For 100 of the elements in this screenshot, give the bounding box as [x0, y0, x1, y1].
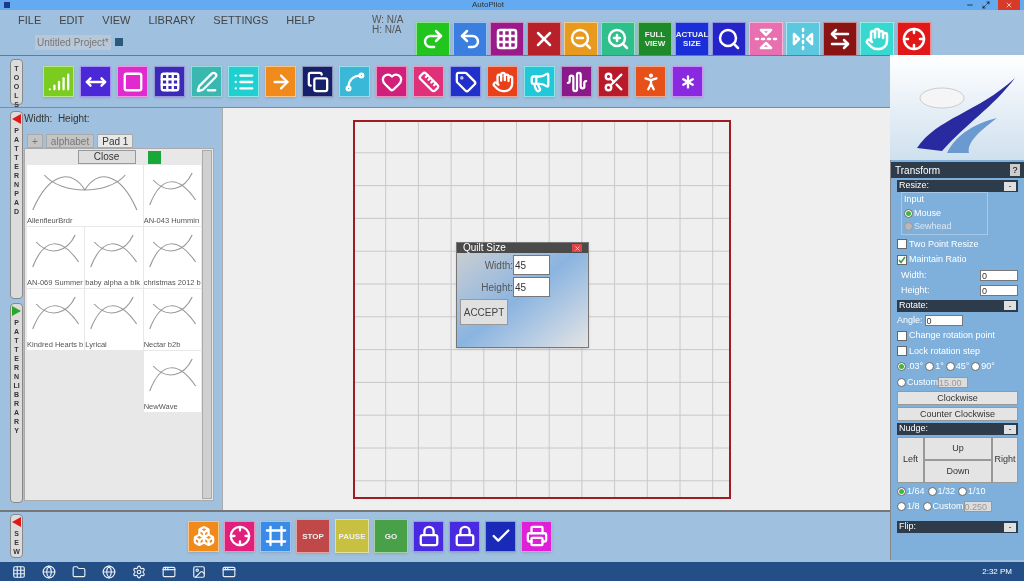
input-field[interactable]: 0 [980, 285, 1018, 297]
menu-item[interactable]: HELP [286, 12, 316, 29]
rotate-button[interactable]: Counter Clockwise [897, 407, 1018, 421]
tool-button[interactable]: STOP [296, 519, 330, 553]
tool-button[interactable] [672, 66, 703, 97]
radio-button[interactable] [922, 501, 932, 511]
collapse-button[interactable]: - [1004, 424, 1016, 434]
tool-button[interactable] [450, 66, 481, 97]
nudge-button[interactable]: Left [897, 437, 924, 483]
tool-button[interactable] [527, 22, 561, 56]
radio-button[interactable] [897, 377, 906, 387]
field-label: Angle: [897, 313, 923, 327]
accept-button[interactable]: ACCEPT [460, 299, 508, 325]
tag-icon [454, 70, 477, 93]
windows-logo-icon[interactable] [12, 564, 26, 579]
browser-icon[interactable] [42, 564, 56, 579]
frame-icon [264, 525, 287, 547]
checkbox-label: Lock rotation step [909, 344, 981, 358]
square-icon [114, 38, 123, 46]
maximize-icon[interactable] [982, 1, 990, 9]
radio-button[interactable] [958, 487, 968, 497]
gear-icon[interactable] [132, 564, 146, 579]
radio-button[interactable] [927, 487, 937, 497]
size-label: Width: Height: [24, 112, 91, 126]
radio-button[interactable] [925, 362, 935, 372]
nudge-button[interactable]: Down [924, 460, 992, 483]
flip-horizontal-icon [791, 27, 815, 51]
radio-label: 1/32 [937, 485, 956, 498]
radio-button[interactable] [945, 362, 955, 372]
flip-vertical-icon [754, 27, 778, 51]
radio-button[interactable] [904, 208, 913, 218]
input-field[interactable]: 0 [980, 269, 1018, 281]
tool-button[interactable] [413, 520, 444, 552]
menu-item[interactable]: FILE [18, 12, 42, 29]
app-icon[interactable] [222, 564, 236, 579]
input-field[interactable]: 45 [513, 277, 550, 297]
input-field[interactable]: 45 [513, 255, 550, 275]
image-icon[interactable] [192, 564, 206, 579]
globe-icon[interactable] [102, 564, 116, 579]
radio-label: Mouse [914, 206, 941, 220]
radio-button[interactable] [897, 362, 906, 372]
triangle-icon [12, 517, 21, 527]
panel-title: Transform [895, 163, 941, 178]
radio-button[interactable] [971, 362, 981, 372]
tool-button[interactable] [561, 66, 592, 97]
section-title: Flip: [899, 520, 916, 534]
menu-item[interactable]: LIBRARY [148, 12, 196, 29]
menu-item[interactable]: SETTINGS [213, 12, 269, 29]
radio-button[interactable] [897, 501, 906, 511]
checkbox[interactable] [897, 346, 907, 357]
close-button[interactable] [572, 244, 582, 252]
tool-button[interactable] [449, 520, 480, 552]
tool-button[interactable] [485, 520, 516, 552]
menu-item[interactable]: VIEW [102, 12, 131, 29]
tool-button[interactable] [823, 22, 857, 56]
checkbox[interactable] [897, 239, 907, 250]
crosshair-icon [228, 525, 251, 547]
close-icon [573, 244, 581, 252]
collapse-button[interactable]: - [1004, 181, 1016, 191]
checkmark-icon [898, 255, 906, 264]
field-label: Height: [480, 280, 513, 295]
tool-button[interactable] [598, 66, 629, 97]
checkbox[interactable] [897, 254, 907, 265]
collapse-button[interactable]: - [1004, 301, 1016, 310]
section-title: Nudge: [899, 422, 929, 436]
tool-button[interactable] [154, 66, 185, 97]
collapse-button[interactable]: - [1004, 522, 1016, 532]
tool-button[interactable] [302, 66, 333, 97]
scrollbar[interactable] [202, 150, 212, 499]
field-label: Width: [901, 268, 927, 282]
close-button[interactable]: Close [77, 150, 136, 164]
checkbox-label: Maintain Ratio [909, 253, 967, 266]
tool-button[interactable]: ACTUAL SIZE [675, 22, 709, 56]
section-title: Resize: [899, 179, 929, 193]
window-icon[interactable] [162, 564, 176, 579]
radio-label: 45° [955, 360, 970, 373]
nudge-button[interactable]: Right [992, 437, 1018, 483]
tool-button[interactable] [80, 66, 111, 97]
tool-button[interactable]: FULL VIEW [638, 22, 672, 56]
help-button[interactable]: ? [1010, 164, 1020, 176]
radio-label: .03° [907, 360, 924, 373]
tool-button[interactable] [490, 22, 524, 56]
radio-label: 90° [981, 360, 995, 373]
input-field[interactable]: 0 [924, 314, 963, 326]
tool-button[interactable] [712, 22, 746, 56]
checkbox[interactable] [897, 330, 907, 341]
radio-button[interactable] [897, 487, 906, 497]
scissors-icon [602, 70, 625, 93]
close-icon [1005, 1, 1013, 9]
close-button[interactable] [998, 0, 1020, 10]
radio-label: Custom [907, 375, 938, 389]
machine-icon [525, 525, 548, 547]
field-label: Width: [483, 258, 513, 273]
nudge-button[interactable]: Up [924, 437, 992, 460]
folder-icon[interactable] [72, 564, 86, 579]
pad-tab[interactable]: Pad 1 [97, 134, 134, 148]
menu-item[interactable]: EDIT [59, 12, 85, 29]
zoom-in-icon [606, 27, 630, 51]
rotate-button[interactable]: Clockwise [897, 391, 1018, 405]
squares-icon [306, 70, 329, 93]
